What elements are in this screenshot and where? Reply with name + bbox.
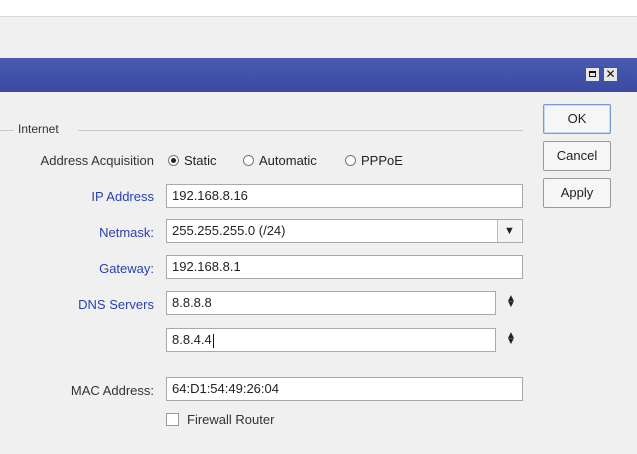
firewall-router-label: Firewall Router — [187, 412, 275, 427]
ip-address-field[interactable]: 192.168.8.16 — [166, 184, 523, 208]
dns-server-2-field[interactable]: 8.8.4.4 — [166, 328, 496, 352]
cancel-button[interactable]: Cancel — [543, 141, 611, 171]
mac-address-field[interactable]: 64:D1:54:49:26:04 — [166, 377, 523, 401]
netmask-select[interactable]: 255.255.255.0 (/24) — [166, 219, 523, 243]
radio-static[interactable]: Static — [168, 153, 217, 168]
ok-button[interactable]: OK — [543, 104, 611, 134]
spin-updown-icon[interactable]: ▲ ▼ — [505, 331, 517, 347]
ip-address-label: IP Address — [91, 189, 154, 204]
radio-pppoe-label: PPPoE — [361, 153, 403, 168]
mac-address-label: MAC Address: — [70, 383, 154, 398]
close-icon[interactable]: ✕ — [603, 67, 618, 82]
firewall-router-checkbox[interactable]: Firewall Router — [166, 412, 274, 427]
checkbox-icon — [166, 413, 179, 426]
gateway-label: Gateway: — [99, 261, 154, 276]
background-area — [0, 17, 637, 58]
netmask-label: Netmask: — [99, 225, 154, 240]
netmask-value: 255.255.255.0 (/24) — [172, 223, 286, 238]
internet-group-label: Internet — [18, 122, 59, 136]
internet-settings-dialog: Internet Address Acquisition Static Auto… — [0, 92, 637, 454]
dns-server-2-value: 8.8.4.4 — [172, 332, 212, 347]
radio-static-label: Static — [184, 153, 217, 168]
radio-automatic-label: Automatic — [259, 153, 317, 168]
group-divider — [0, 130, 14, 131]
maximize-icon[interactable] — [585, 67, 600, 82]
dialog-titlebar: ✕ — [0, 58, 637, 92]
spin-updown-icon[interactable]: ▲ ▼ — [505, 294, 517, 310]
top-strip — [0, 0, 637, 17]
dns-server-1-field[interactable]: 8.8.8.8 — [166, 291, 496, 315]
radio-automatic[interactable]: Automatic — [243, 153, 317, 168]
radio-unselected-icon — [345, 155, 356, 166]
text-cursor — [212, 333, 214, 348]
apply-button[interactable]: Apply — [543, 178, 611, 208]
dns-servers-label: DNS Servers — [78, 297, 154, 312]
dropdown-arrow-icon[interactable]: ▼ — [497, 220, 521, 242]
radio-pppoe[interactable]: PPPoE — [345, 153, 403, 168]
gateway-field[interactable]: 192.168.8.1 — [166, 255, 523, 279]
address-acquisition-label: Address Acquisition — [40, 153, 154, 168]
radio-selected-icon — [168, 155, 179, 166]
group-divider — [78, 130, 523, 131]
radio-unselected-icon — [243, 155, 254, 166]
